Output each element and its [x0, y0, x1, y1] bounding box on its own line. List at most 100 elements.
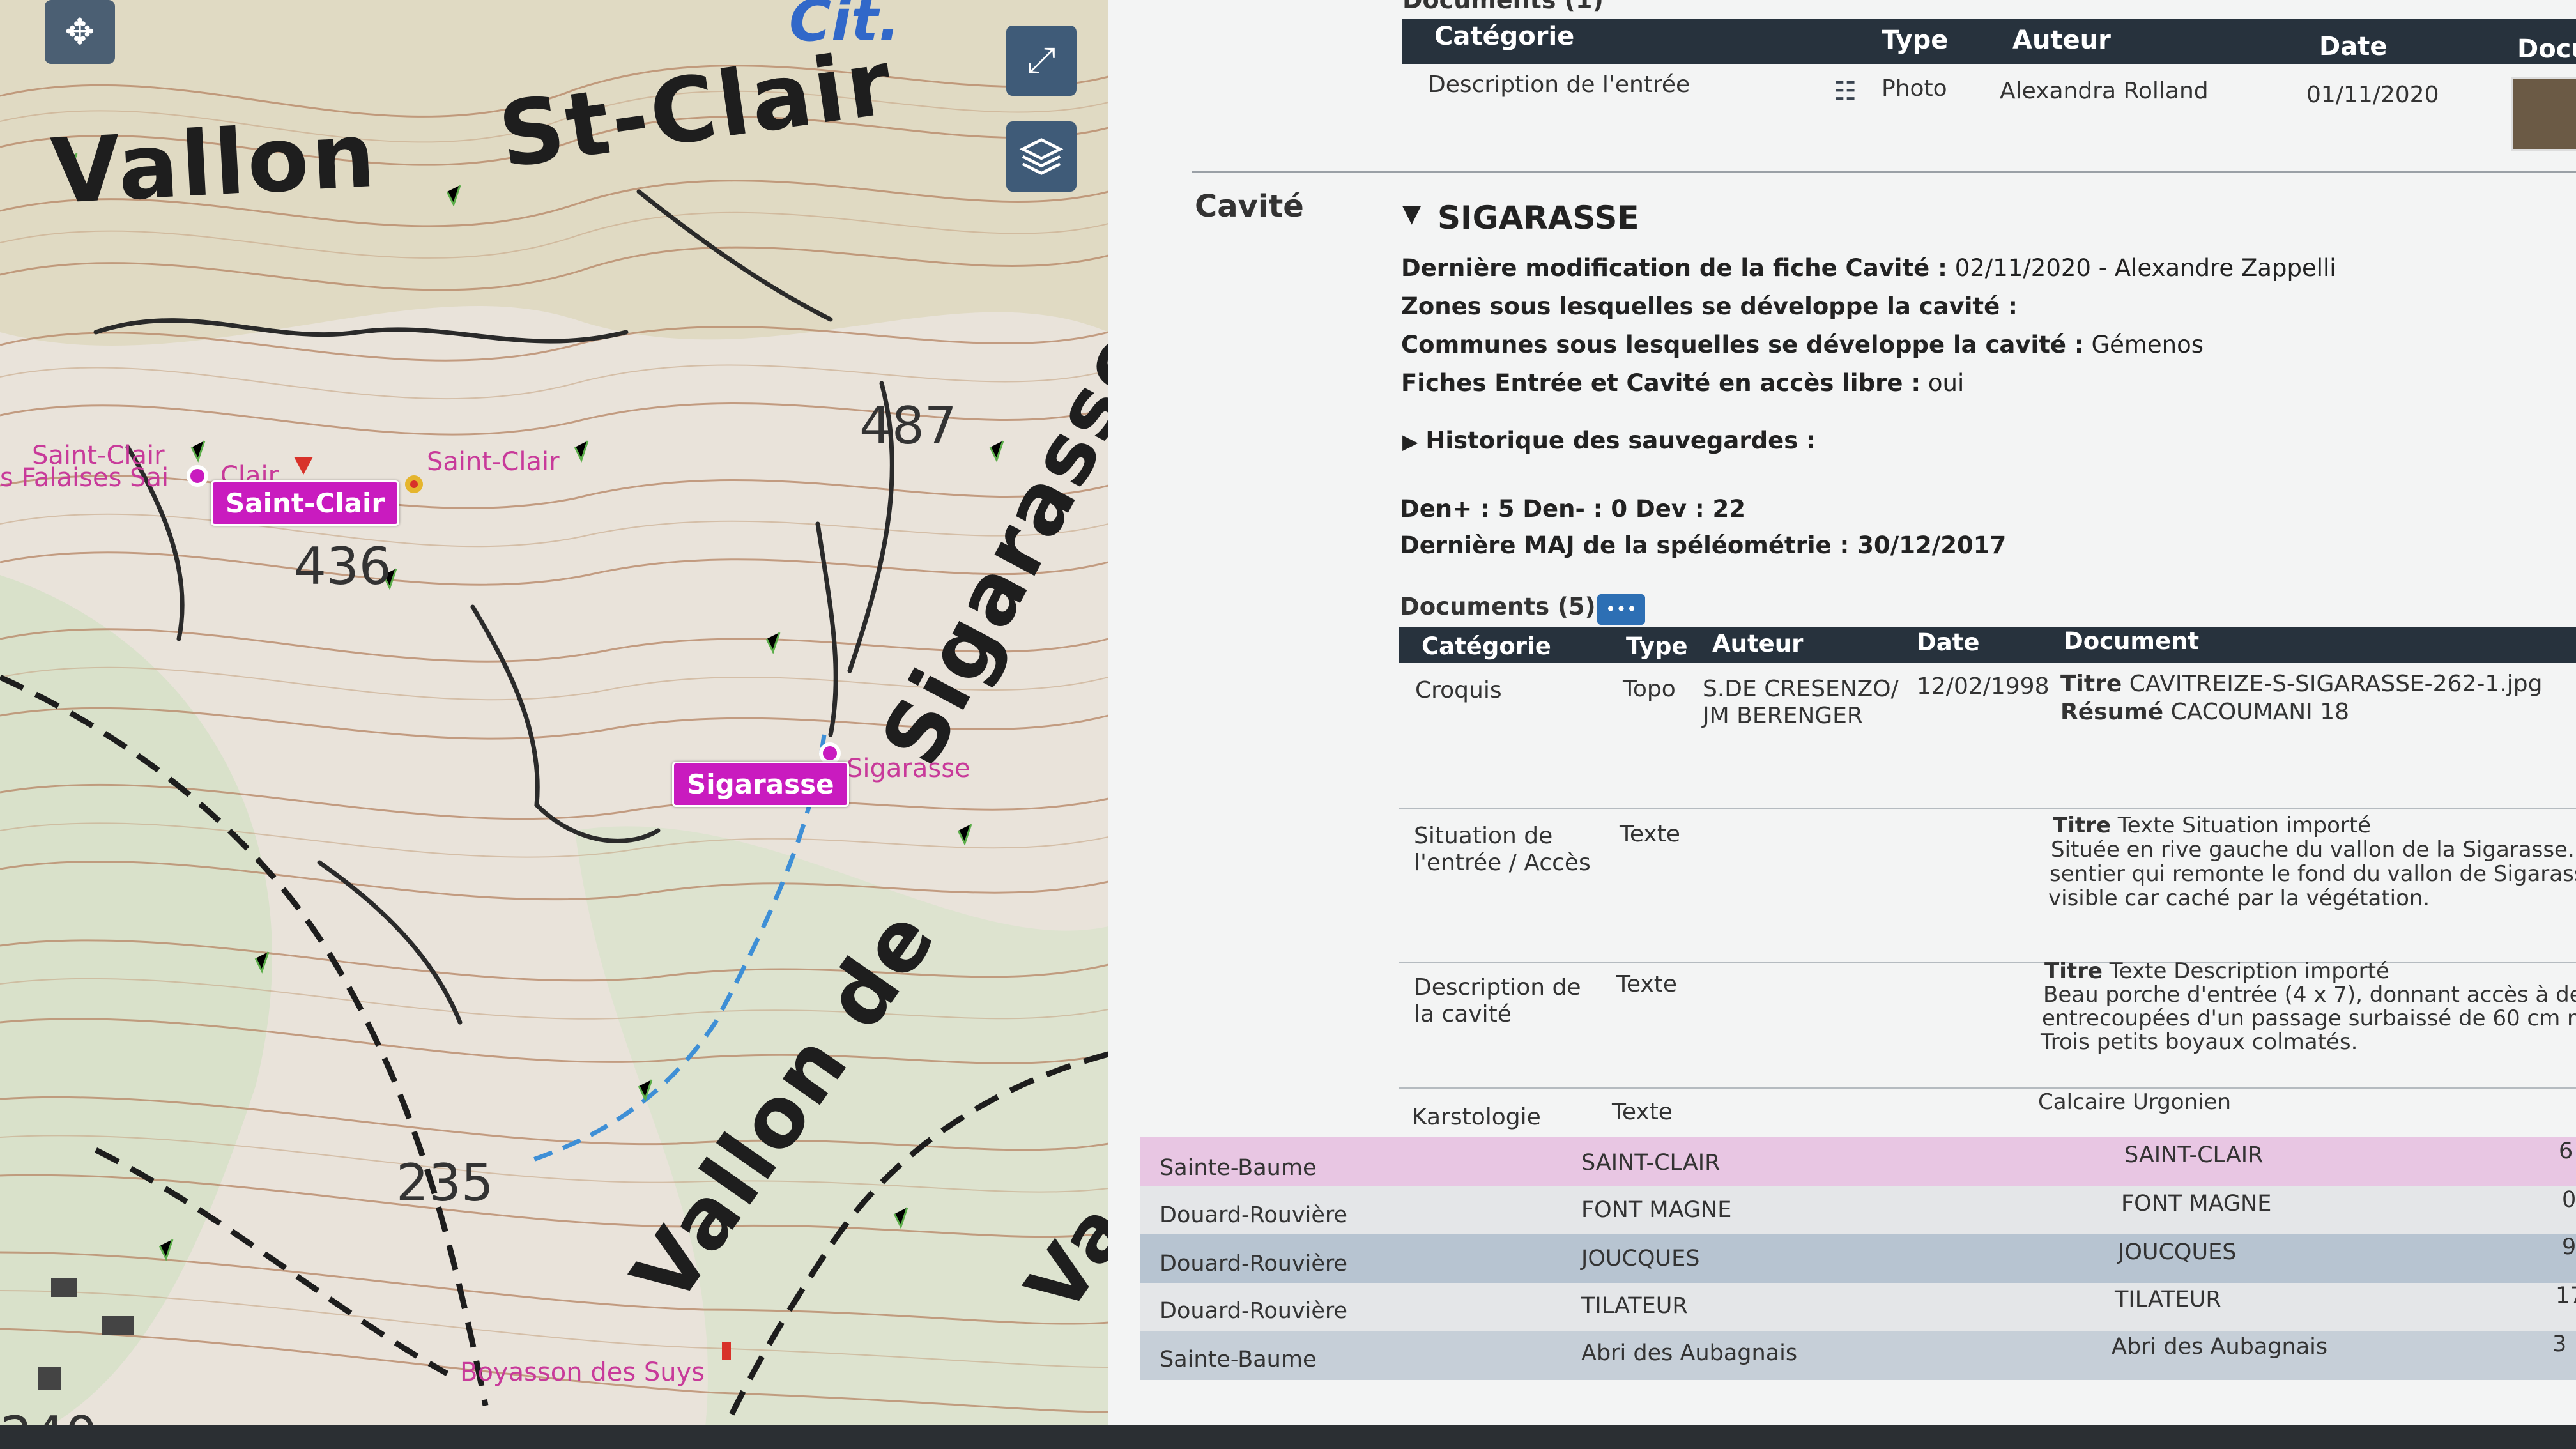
col-type: Type: [1626, 632, 1688, 660]
info-label: Dernière modification de la fiche Cavité…: [1401, 254, 1947, 282]
doc-row-title: Titre Texte Description importé: [2044, 958, 2389, 984]
map-label-cit: Cit.: [789, 0, 901, 54]
row-divider: [1399, 1087, 2576, 1089]
info-value: Gémenos: [2091, 331, 2204, 358]
marker-saint-clair-dot[interactable]: [187, 465, 208, 487]
collapse-triangle-icon[interactable]: ▼: [1402, 199, 1421, 227]
map-view[interactable]: Vallon St-Clair Cit. Sigarasse Vallon de…: [0, 0, 1108, 1449]
col-type: Type: [1882, 26, 1949, 55]
screen-bezel: [0, 1425, 2576, 1449]
historique-label: Historique des sauvegardes :: [1425, 427, 1816, 454]
doc-row-type: Texte: [1612, 1099, 1673, 1125]
list-item-count: 0: [2562, 1187, 2576, 1213]
doc-row-type: Topo: [1623, 676, 1676, 702]
doc-field-label: Titre: [2044, 958, 2103, 984]
map-layers-button[interactable]: [1006, 121, 1077, 192]
list-item-name: Abri des Aubagnais: [1581, 1340, 1798, 1366]
doc-row-auteur: S.DE CRESENZO/: [1703, 676, 1899, 702]
list-item-name-2: Abri des Aubagnais: [2112, 1334, 2328, 1360]
list-item-massif: Douard-Rouvière: [1160, 1202, 1348, 1228]
list-item[interactable]: Sainte-Baume Abri des Aubagnais Abri des…: [1140, 1331, 2576, 1380]
doc-row-document[interactable]: Titre CAVITREIZE-S-SIGARASSE-262-1.jpg: [2060, 671, 2542, 697]
row-divider: [1399, 962, 2576, 963]
doc-row-type: Texte: [1620, 821, 1680, 847]
entry-docs-heading: Documents (1): [1402, 0, 1604, 14]
marker-sigarasse-dot[interactable]: [819, 742, 841, 764]
list-item-name: TILATEUR: [1581, 1293, 1688, 1319]
doc-row-text-line: entrecoupées d'un passage surbaissé de 6…: [2042, 1006, 2576, 1031]
doc-row-categorie: Croquis: [1415, 677, 1502, 703]
doc-field-label: Titre: [2053, 813, 2111, 838]
cavity-docs-header: Catégorie Type Auteur Date Document: [1399, 627, 2576, 663]
doc-row-text-line: Trois petits boyaux colmatés.: [2041, 1029, 2358, 1055]
info-communes: Communes sous lesquelles se développe la…: [1401, 331, 2204, 358]
entry-photo-thumbnail[interactable]: [2511, 77, 2576, 151]
list-item-name-2: JOUCQUES: [2118, 1239, 2237, 1265]
col-date: Date: [1917, 629, 1980, 656]
layers-icon: [1019, 138, 1064, 175]
doc-row-categorie: Situation de: [1414, 823, 1553, 849]
entry-doc-categorie: Description de l'entrée: [1428, 72, 1690, 98]
list-item-name-2: TILATEUR: [2115, 1287, 2221, 1312]
col-categorie: Catégorie: [1434, 22, 1575, 51]
doc-field-value: Texte Description importé: [2109, 958, 2389, 984]
doc-row-categorie-2: la cavité: [1414, 1001, 1512, 1027]
doc-field-value: CAVITREIZE-S-SIGARASSE-262-1.jpg: [2129, 671, 2543, 697]
doc-row-categorie: Description de: [1414, 974, 1581, 1000]
map-label-falaises: s Falaises Sai: [0, 463, 169, 493]
map-fullscreen-button[interactable]: ⤢: [1006, 26, 1077, 96]
map-label-sigarasse-small: Sigarasse: [847, 754, 970, 783]
cavite-section-label: Cavité: [1195, 188, 1304, 224]
doc-row-title: Titre Texte Situation importé: [2053, 813, 2371, 838]
expand-icon: ⤢: [1027, 40, 1056, 81]
doc-field-label: Titre: [2060, 671, 2122, 697]
doc-row-categorie: Karstologie: [1412, 1104, 1541, 1130]
list-item-name-2: SAINT-CLAIR: [2124, 1142, 2264, 1168]
historique-toggle[interactable]: ▶ Historique des sauvegardes :: [1402, 427, 1816, 454]
col-auteur: Auteur: [2012, 26, 2111, 55]
expand-triangle-icon: ▶: [1402, 429, 1418, 454]
entry-doc-date: 01/11/2020: [2306, 82, 2439, 108]
list-item[interactable]: Douard-Rouvière TILATEUR TILATEUR 17: [1140, 1283, 2576, 1331]
doc-row-text-line: Située en rive gauche du vallon de la Si…: [2051, 837, 2575, 862]
marker-sigarasse[interactable]: Sigarasse: [672, 762, 849, 807]
doc-row-text-line: Beau porche d'entrée (4 x 7), donnant ac…: [2043, 982, 2576, 1008]
doc-row-text-line: Calcaire Urgonien: [2038, 1089, 2232, 1115]
list-item-name-2: FONT MAGNE: [2121, 1191, 2272, 1216]
crosshair-icon: ✥: [65, 11, 95, 53]
doc-row-text-line: sentier qui remonte le fond du vallon de…: [2050, 861, 2576, 887]
list-item-massif: Douard-Rouvière: [1160, 1298, 1348, 1324]
list-item[interactable]: Douard-Rouvière JOUCQUES JOUCQUES 9: [1140, 1234, 2576, 1283]
doc-row-auteur-2: JM BERENGER: [1703, 703, 1863, 729]
info-last-modified: Dernière modification de la fiche Cavité…: [1401, 254, 2336, 282]
list-item-count: 17: [2556, 1283, 2576, 1308]
col-document: Document: [2064, 627, 2200, 655]
map-label-boyasson: Boyasson des Suys: [460, 1358, 705, 1387]
list-item[interactable]: Douard-Rouvière FONT MAGNE FONT MAGNE 0: [1140, 1186, 2576, 1234]
list-item[interactable]: Sainte-Baume SAINT-CLAIR SAINT-CLAIR 6: [1140, 1137, 2576, 1186]
list-item-name: JOUCQUES: [1581, 1246, 1700, 1271]
doc-row-text-line: visible car caché par la végétation.: [2048, 885, 2430, 911]
cavity-name[interactable]: SIGARASSE: [1438, 199, 1639, 236]
map-label-vallon: Vallon: [49, 103, 380, 225]
list-item-count: 9: [2562, 1234, 2576, 1260]
col-categorie: Catégorie: [1422, 632, 1551, 660]
info-label: Communes sous lesquelles se développe la…: [1401, 331, 2084, 358]
map-locate-button[interactable]: ✥: [45, 0, 115, 64]
doc-row-resume: Résumé CACOUMANI 18: [2060, 699, 2349, 725]
list-item-massif: Sainte-Baume: [1160, 1347, 1317, 1372]
more-docs-button[interactable]: •••: [1597, 594, 1645, 625]
map-altitude-235: 235: [396, 1153, 494, 1213]
col-auteur: Auteur: [1712, 630, 1804, 657]
map-altitude-436: 436: [294, 537, 392, 596]
marker-saint-clair[interactable]: Saint-Clair: [211, 480, 400, 526]
doc-row-type: Texte: [1616, 971, 1677, 997]
entry-doc-type: Photo: [1882, 75, 1947, 102]
map-altitude-487: 487: [859, 396, 957, 456]
doc-field-label: Résumé: [2060, 699, 2164, 725]
row-divider: [1399, 808, 2576, 809]
list-item-count: 3: [2552, 1331, 2567, 1357]
doc-field-value: Texte Situation importé: [2117, 813, 2372, 838]
list-icon: ☷: [1834, 77, 1857, 106]
info-zones: Zones sous lesquelles se développe la ca…: [1401, 293, 2018, 320]
